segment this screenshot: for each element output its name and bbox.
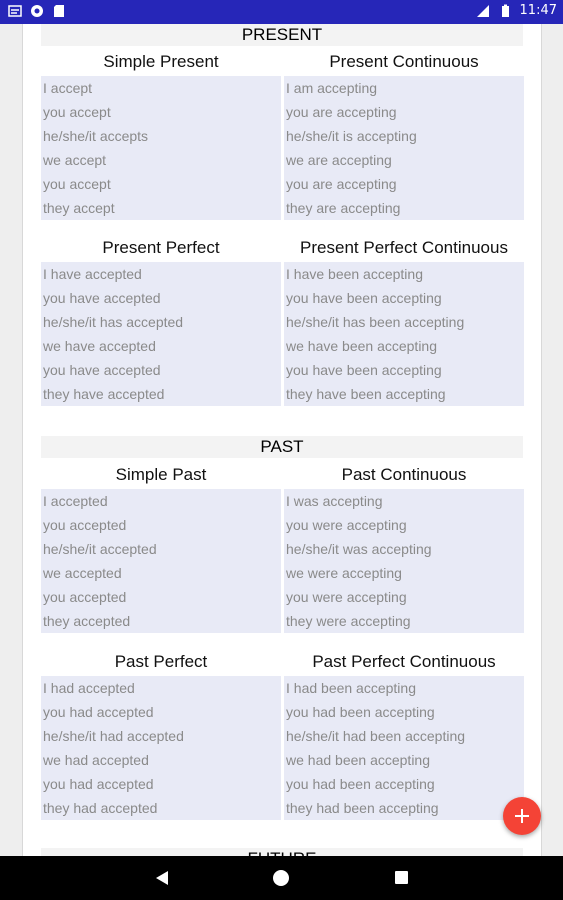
- conjugation-line: he/she/it has accepted: [43, 314, 184, 330]
- conjugation-line: you had been accepting: [286, 776, 435, 792]
- conjugation-table-simple-past: I accepted you accepted he/she/it accept…: [41, 489, 281, 633]
- conjugation-table-simple-present: I accept you accept he/she/it accepts we…: [41, 76, 281, 220]
- conjugation-line: you accept: [43, 104, 111, 120]
- add-button[interactable]: [503, 797, 541, 835]
- conjugation-table-present-perfect-continuous: I have been accepting you have been acce…: [284, 262, 524, 406]
- conjugation-line: you are accepting: [286, 176, 397, 192]
- tense-title-simple-past: Simple Past: [115, 465, 207, 484]
- conjugation-line: you have been accepting: [286, 290, 442, 306]
- conjugation-line: we had accepted: [43, 752, 149, 768]
- section-header-present: PRESENT: [41, 24, 523, 46]
- conjugation-table-past-perfect: I had accepted you had accepted he/she/i…: [41, 676, 281, 820]
- conjugation-line: we have accepted: [43, 338, 156, 354]
- conjugation-line: they had been accepting: [286, 800, 439, 816]
- conjugation-line: he/she/it was accepting: [286, 541, 432, 557]
- tense-title-present-continuous: Present Continuous: [329, 52, 479, 71]
- conjugation-line: I am accepting: [286, 80, 378, 96]
- conjugation-line: you accept: [43, 176, 111, 192]
- conjugation-line: you have accepted: [43, 290, 161, 306]
- conjugation-line: I was accepting: [286, 493, 383, 509]
- conjugation-line: I accepted: [43, 493, 108, 509]
- recent-apps-icon[interactable]: [395, 871, 408, 884]
- conjugation-line: he/she/it is accepting: [286, 128, 417, 144]
- conjugation-line: he/she/it had been accepting: [286, 728, 466, 744]
- conjugation-line: you were accepting: [286, 589, 407, 605]
- navigation-bar: [0, 856, 563, 900]
- conjugation-line: you accepted: [43, 517, 127, 533]
- conjugation-table-present-continuous: I am accepting you are accepting he/she/…: [284, 76, 524, 220]
- conjugation-line: he/she/it has been accepting: [286, 314, 465, 330]
- tense-title-present-perfect-continuous: Present Perfect Continuous: [300, 238, 508, 257]
- conjugation-card[interactable]: PRESENT Simple Present Present Continuou…: [22, 24, 542, 856]
- tense-title-past-perfect: Past Perfect: [114, 652, 208, 671]
- conjugation-line: they had accepted: [43, 800, 158, 816]
- conjugation-table-past-continuous: I was accepting you were accepting he/sh…: [284, 489, 524, 633]
- conjugation-line: you accepted: [43, 589, 127, 605]
- conjugation-line: you had accepted: [43, 776, 154, 792]
- conjugation-line: you had been accepting: [286, 704, 435, 720]
- tense-title-past-continuous: Past Continuous: [341, 465, 467, 484]
- conjugation-line: they accepted: [43, 613, 131, 629]
- conjugation-line: I have been accepting: [286, 266, 423, 282]
- conjugation-line: we have been accepting: [286, 338, 437, 354]
- section-header-past: PAST: [41, 436, 523, 458]
- conjugation-line: you are accepting: [286, 104, 397, 120]
- status-time: 11:47: [519, 3, 557, 18]
- conjugation-line: they have accepted: [43, 386, 165, 402]
- status-bar: 11:47: [0, 0, 563, 24]
- conjugation-line: we were accepting: [286, 565, 402, 581]
- conjugation-line: we accept: [43, 152, 107, 168]
- conjugation-line: you have been accepting: [286, 362, 442, 378]
- conjugation-line: you have accepted: [43, 362, 161, 378]
- conjugation-line: I had been accepting: [286, 680, 416, 696]
- conjugation-line: we are accepting: [286, 152, 392, 168]
- conjugation-line: they are accepting: [286, 200, 401, 216]
- conjugation-line: he/she/it accepts: [43, 128, 149, 144]
- tense-title-present-perfect: Present Perfect: [102, 238, 220, 257]
- conjugation-table-present-perfect: I have accepted you have accepted he/she…: [41, 262, 281, 406]
- conjugation-line: I accept: [43, 80, 93, 96]
- battery-icon: [501, 4, 509, 17]
- conjugation-line: he/she/it had accepted: [43, 728, 184, 744]
- sync-icon: [31, 5, 43, 17]
- signal-icon: [476, 4, 489, 17]
- conjugation-line: he/she/it accepted: [43, 541, 157, 557]
- conjugation-line: we accepted: [43, 565, 122, 581]
- sd-card-icon: [54, 5, 64, 17]
- conjugation-line: you were accepting: [286, 517, 407, 533]
- home-icon[interactable]: [273, 870, 289, 886]
- conjugation-line: I have accepted: [43, 266, 142, 282]
- conjugation-table-past-perfect-continuous: I had been accepting you had been accept…: [284, 676, 524, 820]
- back-icon[interactable]: [156, 871, 168, 885]
- tense-title-past-perfect-continuous: Past Perfect Continuous: [312, 652, 496, 671]
- conjugation-line: I had accepted: [43, 680, 135, 696]
- tense-title-simple-present: Simple Present: [103, 52, 219, 71]
- section-header-future: FUTURE: [41, 848, 523, 856]
- conjugation-line: they have been accepting: [286, 386, 446, 402]
- conjugation-line: they were accepting: [286, 613, 411, 629]
- notification-app-icon: [8, 5, 22, 17]
- conjugation-line: we had been accepting: [286, 752, 430, 768]
- conjugation-line: they accept: [43, 200, 115, 216]
- conjugation-line: you had accepted: [43, 704, 154, 720]
